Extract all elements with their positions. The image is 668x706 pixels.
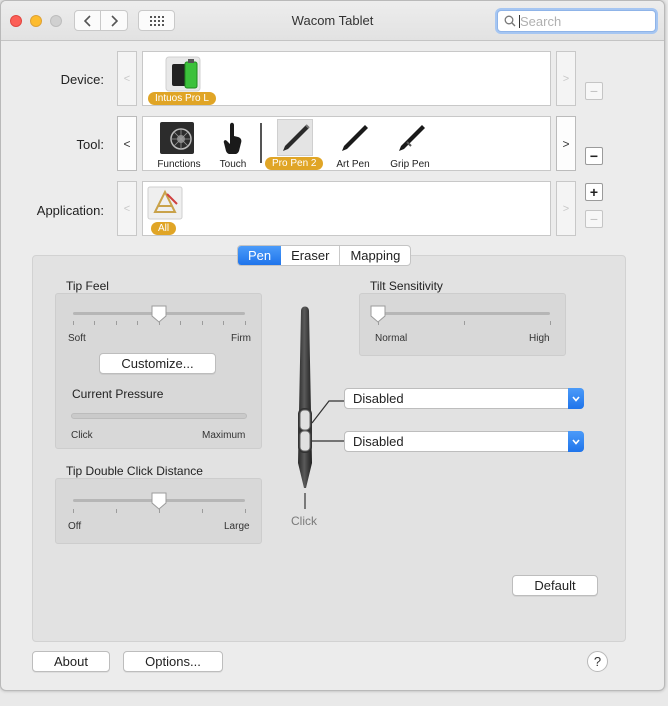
tablet-icon bbox=[165, 56, 201, 92]
tip-feel-min-label: Soft bbox=[68, 333, 86, 344]
applications-icon bbox=[147, 186, 183, 220]
application-scroll-left-button[interactable]: < bbox=[117, 181, 137, 236]
application-strip: All bbox=[142, 181, 551, 236]
double-click-max-label: Large bbox=[224, 521, 250, 532]
application-scroll-right-button[interactable]: > bbox=[556, 181, 576, 236]
title-bar: Wacom Tablet Search bbox=[1, 1, 664, 41]
remove-tool-button[interactable]: − bbox=[585, 147, 603, 165]
chevron-down-icon bbox=[568, 431, 584, 452]
search-placeholder: Search bbox=[520, 14, 562, 29]
touch-hand-icon bbox=[223, 122, 242, 154]
tip-feel-max-label: Firm bbox=[231, 333, 251, 344]
remove-application-button[interactable]: − bbox=[585, 210, 603, 228]
device-strip: Intuos Pro L bbox=[142, 51, 551, 106]
tip-function-label: Click bbox=[291, 514, 317, 528]
current-pressure-title: Current Pressure bbox=[72, 387, 164, 401]
application-item-all[interactable]: All bbox=[145, 184, 185, 236]
tilt-max-label: High bbox=[529, 333, 550, 344]
pressure-max-label: Maximum bbox=[202, 430, 246, 441]
tool-scroll-right-button[interactable]: > bbox=[556, 116, 576, 171]
tool-scroll-left-button[interactable]: < bbox=[117, 116, 137, 171]
tool-item-touch[interactable]: Touch bbox=[209, 119, 257, 171]
tool-item-label: Art Pen bbox=[336, 159, 370, 170]
tool-item-pro-pen-2[interactable]: Pro Pen 2 bbox=[265, 119, 327, 171]
tilt-slider-knob[interactable] bbox=[370, 305, 386, 323]
tilt-sensitivity-group bbox=[359, 293, 566, 356]
tool-item-art-pen[interactable]: Art Pen bbox=[329, 119, 377, 171]
tab-pen[interactable]: Pen bbox=[238, 246, 282, 265]
tab-bar: Pen Eraser Mapping bbox=[237, 245, 412, 266]
grip-pen-icon bbox=[399, 125, 425, 151]
current-pressure-bar bbox=[71, 413, 247, 419]
pen-illustration bbox=[298, 306, 344, 509]
remove-device-button[interactable]: − bbox=[585, 82, 603, 100]
tool-strip: Functions Touch Pro Pen 2 Art Pen Grip P… bbox=[142, 116, 551, 171]
tool-item-functions[interactable]: Functions bbox=[149, 119, 209, 171]
tool-item-label: Grip Pen bbox=[390, 159, 430, 170]
tool-item-grip-pen[interactable]: Grip Pen bbox=[384, 119, 436, 171]
device-label: Device: bbox=[60, 72, 104, 87]
device-item-label: Intuos Pro L bbox=[148, 92, 216, 105]
pen-icon bbox=[283, 124, 310, 151]
device-scroll-right-button[interactable]: > bbox=[556, 51, 576, 106]
tool-item-label: Touch bbox=[219, 159, 247, 170]
tool-item-label: Pro Pen 2 bbox=[265, 157, 324, 170]
help-button[interactable]: ? bbox=[587, 651, 608, 672]
search-icon bbox=[504, 15, 516, 27]
tool-label: Tool: bbox=[76, 137, 104, 152]
tab-eraser[interactable]: Eraser bbox=[281, 246, 339, 265]
tilt-track bbox=[378, 312, 550, 315]
application-label: Application: bbox=[36, 203, 104, 218]
double-click-slider-knob[interactable] bbox=[151, 492, 167, 510]
device-item-intuos-pro-l[interactable]: Intuos Pro L bbox=[145, 54, 219, 106]
art-pen-icon bbox=[342, 125, 368, 151]
pressure-min-label: Click bbox=[71, 430, 93, 441]
upper-button-select[interactable]: Disabled bbox=[344, 388, 584, 409]
tilt-min-label: Normal bbox=[375, 333, 408, 344]
wacom-tablet-window: Wacom Tablet Search Device: < Intuos Pro… bbox=[0, 0, 665, 691]
search-field[interactable]: Search bbox=[497, 10, 656, 32]
customize-button[interactable]: Customize... bbox=[99, 353, 216, 374]
device-scroll-left-button[interactable]: < bbox=[117, 51, 137, 106]
tip-feel-title: Tip Feel bbox=[66, 279, 109, 293]
tip-feel-slider-knob[interactable] bbox=[151, 305, 167, 323]
about-button[interactable]: About bbox=[32, 651, 110, 672]
default-button[interactable]: Default bbox=[512, 575, 598, 596]
double-click-distance-title: Tip Double Click Distance bbox=[66, 464, 203, 478]
double-click-min-label: Off bbox=[68, 521, 82, 532]
upper-button-value: Disabled bbox=[353, 391, 404, 406]
application-item-label: All bbox=[151, 222, 177, 235]
lower-button-select[interactable]: Disabled bbox=[344, 431, 584, 452]
tool-separator bbox=[260, 123, 262, 163]
tool-item-label: Functions bbox=[157, 159, 201, 170]
add-application-button[interactable]: + bbox=[585, 183, 603, 201]
lower-button-value: Disabled bbox=[353, 434, 404, 449]
options-button[interactable]: Options... bbox=[123, 651, 223, 672]
tilt-sensitivity-title: Tilt Sensitivity bbox=[370, 279, 443, 293]
expresskeys-icon bbox=[160, 122, 194, 154]
chevron-down-icon bbox=[568, 388, 584, 409]
tab-mapping[interactable]: Mapping bbox=[339, 246, 410, 265]
